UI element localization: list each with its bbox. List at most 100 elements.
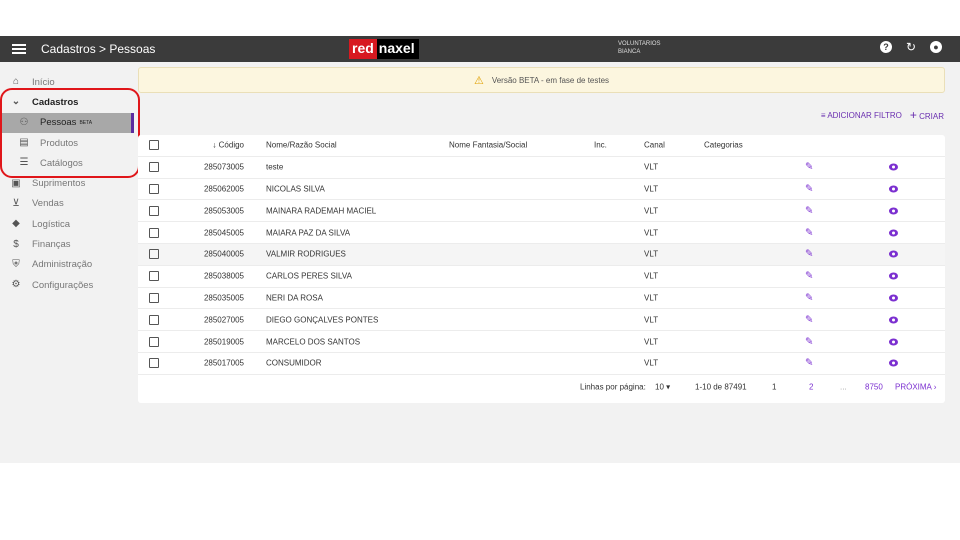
table-row[interactable]: 285027005 DIEGO GONÇALVES PONTES VLT ✎ (138, 309, 945, 332)
cell-nome: NERI DA ROSA (266, 293, 323, 303)
table-row[interactable]: 285053005 MAINARA RADEMAH MACIEL VLT ✎ (138, 200, 945, 223)
cell-codigo: 285017005 (203, 358, 244, 368)
table-row[interactable]: 285038005 CARLOS PERES SILVA VLT ✎ (138, 266, 945, 288)
column-header-fantasia[interactable]: Nome Fantasia/Social (449, 141, 527, 150)
cell-canal: VLT (644, 358, 659, 368)
column-header-categorias[interactable]: Categorias (704, 141, 743, 150)
view-icon[interactable] (889, 229, 898, 237)
home-icon: ⌂ (12, 76, 20, 88)
refresh-icon[interactable]: ↻ (906, 41, 916, 53)
select-all-checkbox[interactable] (149, 140, 159, 151)
sidebar-item-financas[interactable]: $ Finanças (0, 234, 134, 254)
warning-icon: ⚠ (473, 74, 484, 87)
page-last-button[interactable]: 8750 (865, 383, 883, 392)
table-row[interactable]: 285019005 MARCELO DOS SANTOS VLT ✎ (138, 331, 945, 353)
table-row[interactable]: 285017005 CONSUMIDOR VLT ✎ (138, 353, 945, 375)
cell-nome: MAIARA PAZ DA SILVA (266, 228, 351, 238)
table-row[interactable]: 285035005 NERI DA ROSA VLT ✎ (138, 288, 945, 310)
cell-codigo: 285040005 (203, 249, 244, 259)
cell-canal: VLT (644, 293, 659, 303)
row-checkbox[interactable] (149, 162, 159, 173)
menu-icon[interactable] (12, 42, 26, 56)
table-row[interactable]: 285073005 teste VLT ✎ (138, 157, 945, 179)
cell-codigo: 285073005 (203, 162, 244, 172)
dropdown-arrow-icon: ▾ (666, 382, 671, 392)
sidebar-item-administracao[interactable]: ⛨ Administração (0, 255, 134, 275)
column-header-nome[interactable]: Nome/Razão Social (266, 141, 337, 150)
cell-nome: CONSUMIDOR (266, 358, 322, 368)
row-checkbox[interactable] (149, 271, 159, 282)
highlight-annotation (0, 88, 140, 178)
cell-canal: VLT (644, 184, 659, 194)
gear-icon: ⚙ (11, 279, 21, 291)
view-icon[interactable] (889, 294, 898, 302)
view-icon[interactable] (889, 207, 898, 215)
edit-icon[interactable]: ✎ (805, 271, 813, 282)
table-row[interactable]: 285045005 MAIARA PAZ DA SILVA VLT ✎ (138, 222, 945, 244)
beta-banner: ⚠ Versão BETA - em fase de testes (138, 67, 945, 93)
row-checkbox[interactable] (149, 336, 159, 347)
cell-nome: NICOLAS SILVA (266, 184, 325, 194)
view-icon[interactable] (889, 272, 898, 280)
edit-icon[interactable]: ✎ (805, 183, 813, 194)
column-header-codigo[interactable]: ↓ Código (202, 141, 244, 150)
rows-per-page-select[interactable]: 10 ▾ (655, 383, 670, 392)
view-icon[interactable] (889, 316, 898, 324)
cell-codigo: 285038005 (203, 271, 244, 281)
row-checkbox[interactable] (149, 249, 159, 260)
cell-codigo: 285053005 (203, 206, 244, 216)
add-filter-button[interactable]: ≡ ADICIONAR FILTRO (821, 111, 902, 121)
row-checkbox[interactable] (149, 183, 159, 194)
chevron-right-icon: › (933, 382, 937, 392)
column-header-canal[interactable]: Canal (644, 141, 665, 150)
cell-nome: MARCELO DOS SANTOS (266, 337, 361, 347)
cell-nome: VALMIR RODRIGUES (266, 249, 346, 259)
help-icon[interactable]: ? (879, 41, 892, 53)
view-icon[interactable] (889, 338, 898, 346)
table-header-row: ↓ Código Nome/Razão Social Nome Fantasia… (138, 135, 945, 157)
cell-canal: VLT (644, 162, 659, 172)
view-icon[interactable] (889, 163, 898, 171)
supplies-icon: ▣ (11, 177, 21, 189)
table-row[interactable]: 285040005 VALMIR RODRIGUES VLT ✎ (138, 244, 945, 266)
page-ellipsis: ... (840, 382, 847, 392)
page-1-button[interactable]: 1 (772, 383, 776, 392)
edit-icon[interactable]: ✎ (805, 205, 813, 216)
cell-codigo: 285027005 (203, 315, 244, 325)
table-row[interactable]: 285062005 NICOLAS SILVA VLT ✎ (138, 179, 945, 201)
cell-codigo: 285045005 (203, 228, 244, 238)
next-page-button[interactable]: PRÓXIMA › (895, 383, 936, 392)
sidebar-item-logistica[interactable]: ◆ Logística (0, 214, 134, 234)
row-checkbox[interactable] (149, 292, 159, 303)
row-checkbox[interactable] (149, 358, 159, 369)
edit-icon[interactable]: ✎ (805, 358, 813, 369)
page-2-button[interactable]: 2 (809, 383, 813, 392)
cell-nome: DIEGO GONÇALVES PONTES (266, 315, 379, 325)
cell-codigo: 285019005 (203, 337, 244, 347)
cell-canal: VLT (644, 315, 659, 325)
edit-icon[interactable]: ✎ (805, 249, 813, 260)
cell-nome: MAINARA RADEMAH MACIEL (266, 206, 377, 216)
sidebar-item-vendas[interactable]: ⊻ Vendas (0, 194, 134, 214)
view-icon[interactable] (889, 185, 898, 193)
row-checkbox[interactable] (149, 205, 159, 216)
organization-label[interactable]: VOLUNTARIOS BIANCA (618, 40, 661, 56)
edit-icon[interactable]: ✎ (805, 292, 813, 303)
create-button[interactable]: + CRIAR (910, 109, 944, 121)
sort-arrow-icon: ↓ (212, 140, 217, 150)
edit-icon[interactable]: ✎ (805, 336, 813, 347)
shield-icon: ⛨ (12, 258, 20, 270)
cell-canal: VLT (644, 206, 659, 216)
edit-icon[interactable]: ✎ (805, 162, 813, 173)
view-icon[interactable] (889, 250, 898, 258)
top-bar: Cadastros > Pessoas (0, 36, 960, 62)
cell-canal: VLT (644, 271, 659, 281)
row-checkbox[interactable] (149, 314, 159, 325)
edit-icon[interactable]: ✎ (805, 314, 813, 325)
account-icon[interactable]: ● (930, 41, 942, 53)
edit-icon[interactable]: ✎ (805, 227, 813, 238)
row-checkbox[interactable] (149, 227, 159, 238)
view-icon[interactable] (889, 359, 898, 367)
sidebar-item-configuracoes[interactable]: ⚙ Configurações (0, 275, 134, 295)
column-header-inc[interactable]: Inc. (594, 141, 607, 150)
